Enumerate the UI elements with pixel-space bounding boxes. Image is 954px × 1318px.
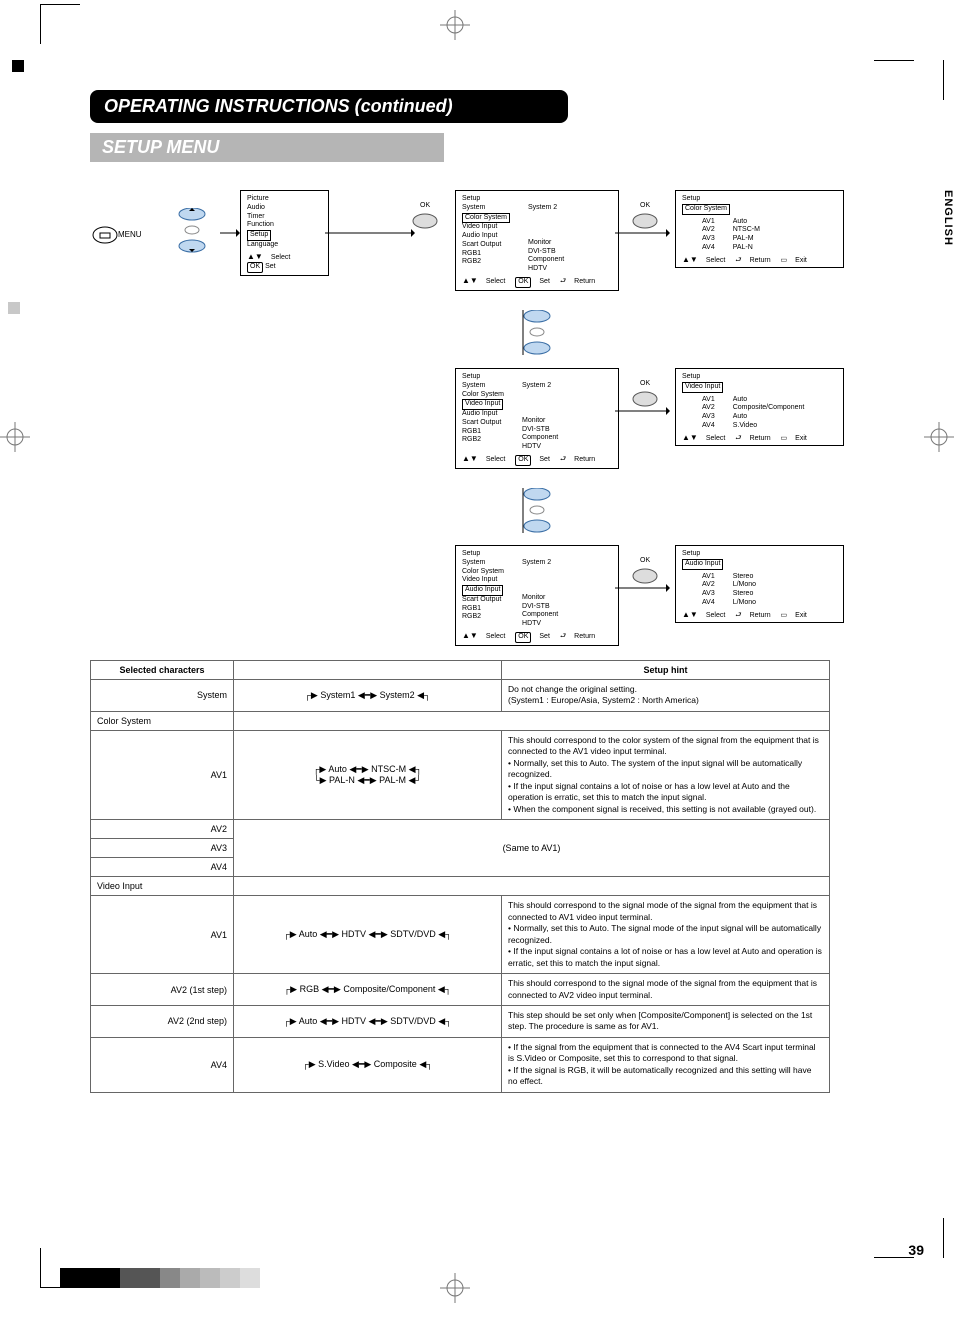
register-mark: [440, 10, 470, 40]
crop-mark: [40, 4, 80, 5]
ok-button-icon: OK: [410, 208, 440, 232]
table-row: AV2 (2nd step) ┌▶ Auto ◀━▶ HDTV ◀━▶ SDTV…: [91, 1005, 830, 1037]
page-number: 39: [908, 1242, 924, 1258]
register-mark: [0, 422, 30, 452]
arrow-right-icon: [220, 228, 240, 238]
table-header-left: Selected characters: [91, 661, 234, 680]
table-row: AV2 (Same to AV1): [91, 820, 830, 839]
page-title: OPERATING INSTRUCTIONS (continued): [90, 90, 568, 123]
crop-mark: [40, 1248, 41, 1288]
section-title: SETUP MENU: [90, 133, 444, 162]
register-mark: [924, 422, 954, 452]
setup-panel-colorsystem: Setup System Color System Video Input Au…: [455, 190, 619, 291]
table-row: System ┌▶ System1 ◀━▶ System2 ◀┐ Do not …: [91, 680, 830, 712]
table-row: AV4 ┌▶ S.Video ◀━▶ Composite ◀┐ • If the…: [91, 1037, 830, 1092]
table-row: Color System: [91, 711, 830, 730]
table-row: AV1 ┌▶ Auto ◀━▶ NTSC-M ◀┐ └▶ PAL-N ◀━▶ P…: [91, 730, 830, 819]
audio-input-panel: Setup Audio Input AV1AV2 AV3AV4 StereoL/…: [675, 545, 844, 623]
table-row: Video Input: [91, 877, 830, 896]
crop-mark: [8, 302, 20, 314]
language-tab: ENGLISH: [942, 190, 954, 246]
ok-button-icon: OK: [630, 208, 660, 232]
video-input-panel: Setup Video Input AV1AV2 AV3AV4 AutoComp…: [675, 368, 844, 446]
color-system-panel: Setup Color System AV1AV2 AV3AV4 AutoNTS…: [675, 190, 844, 268]
crop-mark: [40, 4, 41, 44]
nav-pad-icon: [170, 208, 215, 255]
crop-mark: [12, 60, 24, 72]
nav-pad-icon: [515, 488, 560, 533]
crop-mark: [874, 60, 914, 61]
arrow-right-icon: [325, 228, 415, 238]
setup-panel-videoinput: Setup System Color System Video Input Au…: [455, 368, 619, 469]
table-row: AV2 (1st step) ┌▶ RGB ◀━▶ Composite/Comp…: [91, 974, 830, 1006]
crop-mark: [943, 1218, 944, 1258]
density-strip: [60, 1268, 260, 1288]
table-row: AV1 ┌▶ Auto ◀━▶ HDTV ◀━▶ SDTV/DVD ◀┐ Thi…: [91, 896, 830, 974]
menu-button: MENU: [90, 220, 145, 252]
hint-text: Do not change the original setting.(Syst…: [502, 680, 830, 712]
settings-table: Selected characters Setup hint System ┌▶…: [90, 660, 830, 1093]
table-header-right: Setup hint: [502, 661, 830, 680]
nav-pad-icon: [515, 310, 560, 355]
register-mark: [440, 1273, 470, 1303]
main-menu-panel: Picture Audio Timer Function Setup Langu…: [240, 190, 329, 276]
ok-button-icon: OK: [630, 563, 660, 587]
crop-mark: [943, 60, 944, 100]
ok-button-icon: OK: [630, 386, 660, 410]
setup-panel-audioinput: Setup System Color System Video Input Au…: [455, 545, 619, 646]
